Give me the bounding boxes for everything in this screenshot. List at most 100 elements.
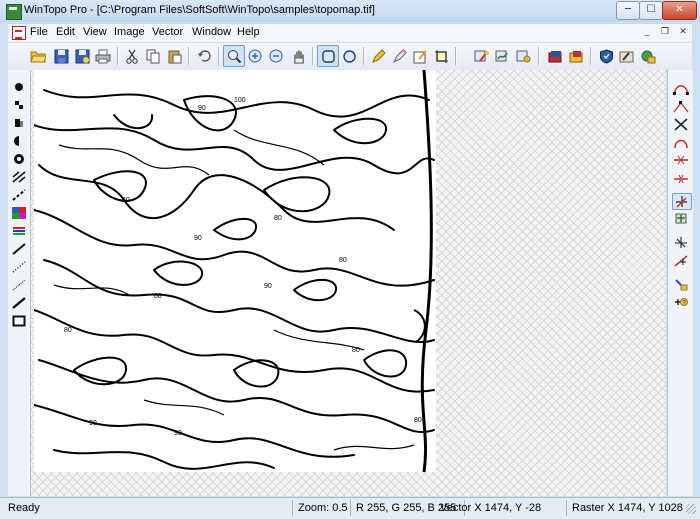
- contour-label: 80: [352, 347, 360, 354]
- layer-red-icon[interactable]: [545, 46, 565, 66]
- toolbar-separator: [188, 47, 190, 65]
- add-vertex-icon[interactable]: [672, 211, 690, 226]
- contour-label: 100: [234, 97, 246, 104]
- fill-half-icon[interactable]: [11, 134, 27, 148]
- dotted-line-icon[interactable]: [11, 278, 27, 292]
- cut-icon[interactable]: [122, 46, 142, 66]
- color-palette-icon[interactable]: [11, 206, 27, 220]
- copy-icon[interactable]: [143, 46, 163, 66]
- info-icon[interactable]: ?: [672, 295, 690, 310]
- auto-trace-icon[interactable]: [472, 46, 492, 66]
- menu-window[interactable]: Window: [192, 26, 231, 38]
- wintopo-app-icon[interactable]: [6, 4, 22, 20]
- resize-grip[interactable]: [686, 504, 696, 514]
- layer-yellow-icon[interactable]: [566, 46, 586, 66]
- measure-icon[interactable]: [672, 253, 690, 268]
- print-icon[interactable]: [93, 46, 113, 66]
- fill-circle-icon[interactable]: [11, 152, 27, 166]
- zoom-window-icon[interactable]: [223, 45, 245, 67]
- select-circle-icon[interactable]: [339, 46, 359, 66]
- topo-map-image[interactable]: 90 100 80 80 80 90 80 80 90 90 80 90 80: [34, 70, 436, 472]
- dots-line-icon[interactable]: [11, 260, 27, 274]
- crop-icon[interactable]: [431, 46, 451, 66]
- menu-help[interactable]: Help: [237, 26, 260, 38]
- edit-icon[interactable]: [410, 46, 430, 66]
- menu-file[interactable]: File: [30, 26, 48, 38]
- status-divider: [350, 500, 351, 516]
- zoom-out-icon[interactable]: [266, 46, 286, 66]
- toolbar-separator: [363, 47, 365, 65]
- document-icon[interactable]: [12, 26, 26, 40]
- join-icon[interactable]: [672, 153, 690, 168]
- menu-vector[interactable]: Vector: [152, 26, 183, 38]
- menu-edit[interactable]: Edit: [56, 26, 75, 38]
- erase-icon[interactable]: [389, 46, 409, 66]
- split-icon[interactable]: [672, 171, 690, 186]
- menu-image[interactable]: Image: [114, 26, 145, 38]
- status-raster-coords: Raster X 1474, Y 1028: [572, 502, 683, 514]
- arc-icon[interactable]: [672, 135, 690, 150]
- save-as-icon[interactable]: [72, 46, 92, 66]
- line-hatch-icon[interactable]: [11, 170, 27, 184]
- filter-icon[interactable]: [514, 46, 534, 66]
- window-close-button[interactable]: ✕: [662, 1, 697, 20]
- mdi-close-button[interactable]: ✕: [676, 26, 690, 39]
- right-tool-panel: ?: [667, 70, 693, 496]
- export-icon[interactable]: [638, 46, 658, 66]
- window-minimize-button[interactable]: ─: [616, 1, 640, 20]
- open-folder-icon[interactable]: [28, 46, 48, 66]
- pan-hand-icon[interactable]: [288, 46, 308, 66]
- status-bar: Ready Zoom: 0.5 R 255, G 255, B 255 Vect…: [0, 497, 700, 519]
- pick-point-icon[interactable]: [672, 193, 692, 210]
- mdi-minimize-button[interactable]: _: [640, 26, 654, 39]
- map-canvas[interactable]: 90 100 80 80 80 90 80 80 90 90 80 90 80: [31, 70, 666, 496]
- run-icon[interactable]: [617, 46, 637, 66]
- contour-label: 80: [414, 417, 422, 424]
- contour-label: 80: [339, 257, 347, 264]
- contour-lines: 90 100 80 80 80 90 80 80 90 90 80 90 80: [34, 70, 435, 472]
- snap-icon[interactable]: [672, 235, 690, 250]
- window-maximize-button[interactable]: ☐: [639, 1, 663, 20]
- status-divider: [292, 500, 293, 516]
- brush-small-icon[interactable]: [11, 98, 27, 112]
- point-icon[interactable]: [11, 80, 27, 94]
- contour-label: 90: [89, 420, 97, 427]
- color-lines-icon[interactable]: [11, 224, 27, 238]
- window-title: WinTopo Pro - [C:\Program Files\SoftSoft…: [24, 4, 375, 16]
- save-icon[interactable]: [51, 46, 71, 66]
- shield-icon[interactable]: [596, 46, 616, 66]
- toolbar-separator: [590, 47, 592, 65]
- title-bar[interactable]: WinTopo Pro - [C:\Program Files\SoftSoft…: [0, 0, 700, 22]
- rectangle-icon[interactable]: [11, 314, 27, 328]
- pencil-icon[interactable]: [368, 46, 388, 66]
- smooth-icon[interactable]: [493, 46, 513, 66]
- toolbar-separator: [538, 47, 540, 65]
- mdi-restore-button[interactable]: ❐: [658, 26, 672, 39]
- contour-label: 90: [194, 235, 202, 242]
- toolbar-separator: [455, 47, 457, 65]
- dashed-line-icon[interactable]: [11, 188, 27, 202]
- status-divider: [566, 500, 567, 516]
- contour-label: 80: [274, 215, 282, 222]
- brush-large-icon[interactable]: [11, 116, 27, 130]
- undo-icon[interactable]: [194, 46, 214, 66]
- left-tool-panel: [8, 70, 31, 496]
- straight-line-icon[interactable]: [11, 296, 27, 310]
- contour-label: 80: [64, 327, 72, 334]
- node-edit-icon[interactable]: [672, 81, 690, 96]
- contour-label: 90: [174, 430, 182, 437]
- hand-pick-icon[interactable]: [672, 277, 690, 292]
- menu-view[interactable]: View: [83, 26, 107, 38]
- toolbar-separator: [312, 47, 314, 65]
- zoom-in-icon[interactable]: [245, 46, 265, 66]
- toolbar-separator: [218, 47, 220, 65]
- pencil-draw-icon[interactable]: [11, 242, 27, 256]
- status-vector-coords: Vector X 1474, Y -28: [440, 502, 542, 514]
- contour-label: 80: [154, 293, 162, 300]
- contour-label: 90: [264, 283, 272, 290]
- node-move-icon[interactable]: [672, 99, 690, 114]
- app-window: WinTopo Pro - [C:\Program Files\SoftSoft…: [0, 0, 700, 519]
- cross-icon[interactable]: [672, 117, 690, 132]
- select-rect-icon[interactable]: [317, 45, 339, 67]
- paste-icon[interactable]: [164, 46, 184, 66]
